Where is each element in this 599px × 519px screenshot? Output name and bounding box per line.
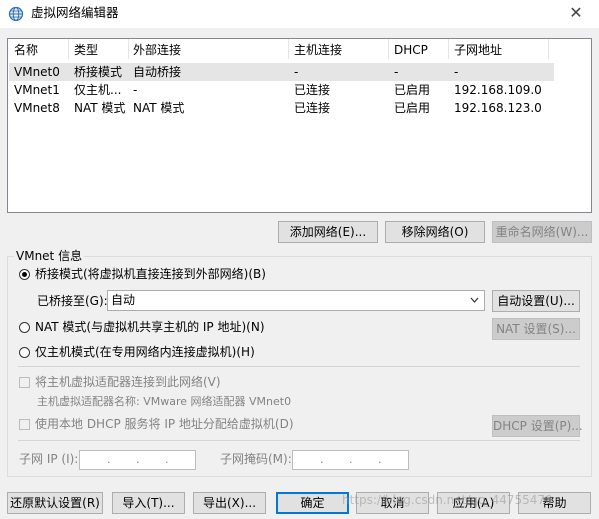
subnet-mask-field[interactable]: . . . (292, 450, 409, 470)
subnet-ip-label: 子网 IP (I): (19, 452, 79, 466)
dhcp-settings-button[interactable]: DHCP 设置(P)... (492, 415, 583, 437)
cell-subnet: 192.168.123.0 (454, 101, 542, 115)
bridge-mode-radio[interactable] (19, 269, 30, 280)
ip-dot: . (107, 453, 111, 466)
column-header-name[interactable]: 名称 (14, 41, 38, 59)
table-row[interactable]: VMnet1 仅主机... - 已连接 已启用 192.168.109.0 (9, 81, 554, 99)
rename-network-button[interactable]: 重命名网络(W)... (492, 221, 592, 243)
cell-subnet: - (454, 65, 459, 79)
restore-defaults-button[interactable]: 还原默认设置(R) (7, 492, 103, 514)
use-dhcp-checkbox[interactable] (19, 419, 30, 430)
remove-network-button[interactable]: 移除网络(O) (385, 221, 485, 243)
title-bar: 虚拟网络编辑器 ✕ (0, 0, 599, 28)
vmnet-info-legend: VMnet 信息 (14, 249, 85, 263)
chevron-down-icon (470, 291, 479, 317)
nat-mode-radio[interactable] (19, 322, 30, 333)
cell-type: 仅主机... (74, 83, 122, 97)
column-header-dhcp[interactable]: DHCP (394, 41, 428, 59)
close-button[interactable]: ✕ (553, 0, 599, 28)
ip-dot: . (136, 453, 140, 466)
cell-external: - (133, 83, 138, 97)
import-button[interactable]: 导入(T)... (112, 492, 185, 514)
cell-dhcp: - (394, 65, 399, 79)
watermark-text: https://blog.csdn.net/qq_44755470 (342, 493, 553, 507)
ip-dot: . (378, 453, 382, 466)
bridge-mode-label[interactable]: 桥接模式(将虚拟机直接连接到外部网络)(B) (35, 266, 266, 282)
network-globe-icon (8, 6, 24, 22)
add-network-button[interactable]: 添加网络(E)... (278, 221, 378, 243)
ip-dot: . (165, 453, 169, 466)
cell-type: 桥接模式 (74, 65, 123, 79)
cell-dhcp: 已启用 (394, 83, 431, 97)
cell-subnet: 192.168.109.0 (454, 83, 542, 97)
adapter-name-text: 主机虚拟适配器名称: VMware 网络适配器 VMnet0 (37, 395, 292, 408)
cell-host: - (294, 65, 299, 79)
bridged-to-value: 自动 (111, 293, 136, 307)
use-dhcp-label[interactable]: 使用本地 DHCP 服务将 IP 地址分配给虚拟机(D) (35, 416, 294, 432)
cell-host: 已连接 (294, 83, 331, 97)
cell-dhcp: 已启用 (394, 101, 431, 115)
close-icon: ✕ (569, 3, 583, 22)
cell-external: 自动桥接 (133, 65, 182, 79)
network-table[interactable]: 名称 类型 外部连接 主机连接 DHCP 子网地址 VMnet0 桥接模式 自动… (7, 38, 592, 213)
cell-type: NAT 模式 (74, 101, 126, 115)
host-only-label[interactable]: 仅主机模式(在专用网络内连接虚拟机)(H) (35, 344, 255, 360)
column-header-host[interactable]: 主机连接 (294, 41, 342, 59)
nat-settings-button[interactable]: NAT 设置(S)... (492, 318, 580, 340)
divider (18, 440, 580, 441)
connect-adapter-checkbox[interactable] (19, 377, 30, 388)
ip-dot: . (320, 453, 324, 466)
nat-mode-label[interactable]: NAT 模式(与虚拟机共享主机的 IP 地址)(N) (35, 319, 265, 335)
export-button[interactable]: 导出(X)... (193, 492, 266, 514)
divider (18, 366, 580, 367)
column-header-type[interactable]: 类型 (74, 41, 98, 59)
cell-host: 已连接 (294, 101, 331, 115)
cell-name: VMnet8 (14, 101, 60, 115)
bridged-to-label: 已桥接至(G): (37, 294, 108, 308)
column-header-external[interactable]: 外部连接 (133, 41, 181, 59)
ip-dot: . (349, 453, 353, 466)
ok-button[interactable]: 确定 (276, 492, 349, 514)
subnet-ip-field[interactable]: . . . (79, 450, 196, 470)
host-only-radio[interactable] (19, 347, 30, 358)
subnet-mask-label: 子网掩码(M): (220, 452, 292, 466)
table-row[interactable]: VMnet0 桥接模式 自动桥接 - - - (9, 63, 554, 81)
cell-name: VMnet0 (14, 65, 60, 79)
connect-adapter-label[interactable]: 将主机虚拟适配器连接到此网络(V) (35, 374, 221, 390)
auto-settings-button[interactable]: 自动设置(U)... (492, 290, 580, 312)
table-row[interactable]: VMnet8 NAT 模式 NAT 模式 已连接 已启用 192.168.123… (9, 99, 554, 117)
bridged-to-select[interactable]: 自动 (107, 290, 485, 311)
cell-external: NAT 模式 (133, 101, 185, 115)
column-header-subnet[interactable]: 子网地址 (454, 41, 502, 59)
window-title: 虚拟网络编辑器 (31, 5, 119, 20)
cell-name: VMnet1 (14, 83, 60, 97)
